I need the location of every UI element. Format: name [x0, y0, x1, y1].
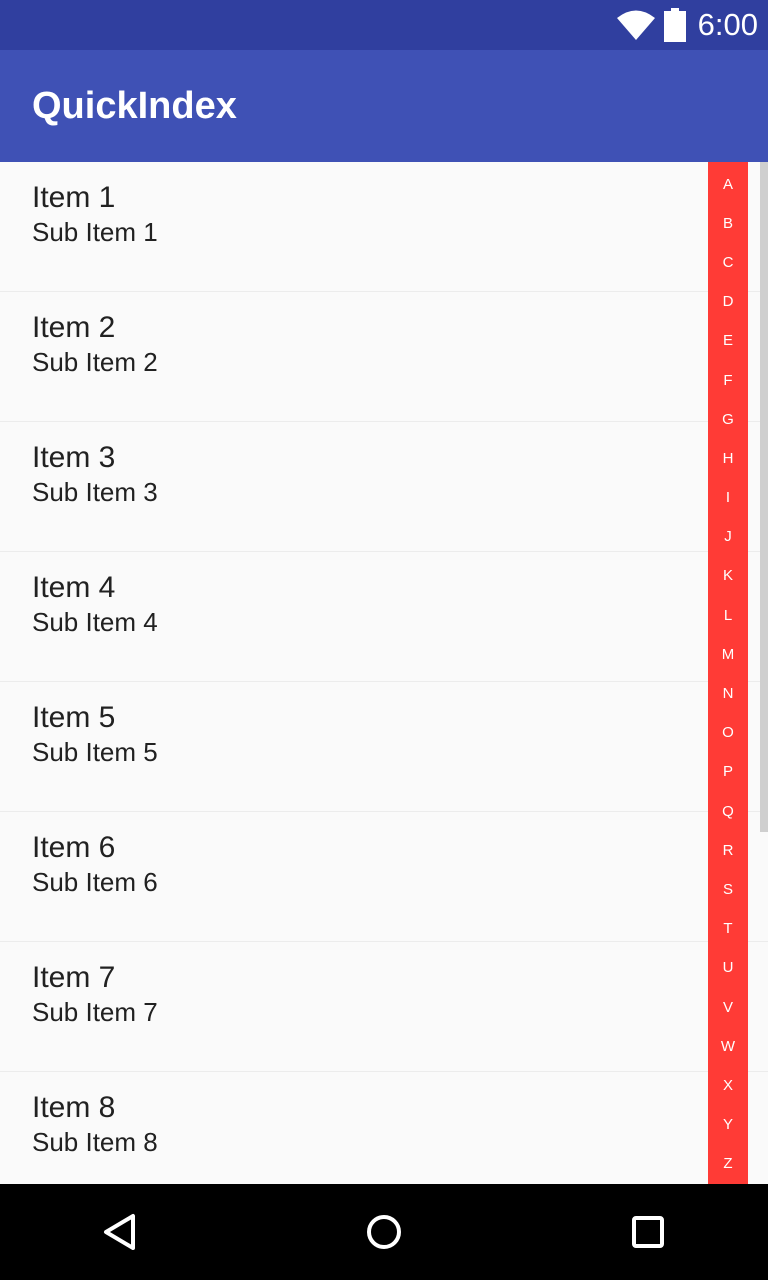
- index-letter-e[interactable]: E: [723, 332, 733, 350]
- index-letter-l[interactable]: L: [724, 607, 732, 625]
- index-letter-p[interactable]: P: [723, 763, 733, 781]
- recents-icon: [632, 1216, 664, 1248]
- list-item[interactable]: Item 7 Sub Item 7: [0, 942, 768, 1072]
- status-time: 6:00: [697, 7, 758, 42]
- recents-button[interactable]: [618, 1202, 678, 1262]
- status-bar: 6:00: [0, 0, 768, 50]
- list-item[interactable]: Item 2 Sub Item 2: [0, 292, 768, 422]
- back-icon: [104, 1214, 135, 1250]
- index-letter-n[interactable]: N: [723, 685, 734, 703]
- index-letter-q[interactable]: Q: [722, 803, 734, 821]
- list-item[interactable]: Item 3 Sub Item 3: [0, 422, 768, 552]
- item-title: Item 4: [32, 571, 116, 604]
- item-subtitle: Sub Item 6: [32, 867, 158, 897]
- index-letter-z[interactable]: Z: [723, 1155, 732, 1173]
- item-list[interactable]: Item 1 Sub Item 1 Item 2 Sub Item 2 Item…: [0, 162, 768, 1184]
- list-item[interactable]: Item 8 Sub Item 8: [0, 1072, 768, 1184]
- item-subtitle: Sub Item 8: [32, 1127, 158, 1157]
- item-title: Item 3: [32, 441, 116, 474]
- index-letter-k[interactable]: K: [723, 567, 733, 585]
- index-letter-f[interactable]: F: [723, 372, 732, 390]
- item-subtitle: Sub Item 1: [32, 217, 158, 247]
- item-title: Item 6: [32, 831, 116, 864]
- index-letter-x[interactable]: X: [723, 1077, 733, 1095]
- app-bar: QuickIndex: [0, 50, 768, 162]
- list-item[interactable]: Item 4 Sub Item 4: [0, 552, 768, 682]
- item-title: Item 7: [32, 961, 116, 994]
- status-icons: 6:00: [616, 0, 758, 50]
- index-letter-y[interactable]: Y: [723, 1116, 733, 1134]
- item-title: Item 5: [32, 701, 116, 734]
- item-title: Item 2: [32, 311, 116, 344]
- item-subtitle: Sub Item 3: [32, 477, 158, 507]
- index-letter-s[interactable]: S: [723, 881, 733, 899]
- home-icon: [367, 1215, 401, 1249]
- item-subtitle: Sub Item 7: [32, 997, 158, 1027]
- item-subtitle: Sub Item 4: [32, 607, 158, 637]
- index-letter-c[interactable]: C: [723, 254, 734, 272]
- index-letter-g[interactable]: G: [722, 411, 734, 429]
- index-letter-j[interactable]: J: [724, 528, 732, 546]
- wifi-icon: [616, 10, 655, 40]
- index-letter-h[interactable]: H: [723, 450, 734, 468]
- item-subtitle: Sub Item 2: [32, 347, 158, 377]
- index-letter-u[interactable]: U: [723, 959, 734, 977]
- list-item[interactable]: Item 6 Sub Item 6: [0, 812, 768, 942]
- index-letter-v[interactable]: V: [723, 999, 733, 1017]
- item-subtitle: Sub Item 5: [32, 737, 158, 767]
- navigation-bar: [0, 1184, 768, 1280]
- battery-icon: [663, 8, 686, 42]
- index-letter-b[interactable]: B: [723, 215, 733, 233]
- alphabet-index-bar[interactable]: A B C D E F G H I J K L M N O P Q R S T …: [708, 162, 748, 1184]
- index-letter-o[interactable]: O: [722, 724, 734, 742]
- scrollbar[interactable]: [760, 162, 768, 832]
- index-letter-i[interactable]: I: [726, 489, 730, 507]
- index-letter-r[interactable]: R: [723, 842, 734, 860]
- index-letter-a[interactable]: A: [723, 176, 733, 194]
- index-letter-w[interactable]: W: [721, 1038, 735, 1056]
- item-title: Item 1: [32, 181, 116, 214]
- app-title: QuickIndex: [32, 85, 237, 127]
- index-letter-t[interactable]: T: [723, 920, 732, 938]
- index-letter-d[interactable]: D: [723, 293, 734, 311]
- back-button[interactable]: [90, 1202, 150, 1262]
- list-item[interactable]: Item 5 Sub Item 5: [0, 682, 768, 812]
- list-item[interactable]: Item 1 Sub Item 1: [0, 162, 768, 292]
- item-title: Item 8: [32, 1091, 116, 1124]
- index-letter-m[interactable]: M: [722, 646, 735, 664]
- home-button[interactable]: [354, 1202, 414, 1262]
